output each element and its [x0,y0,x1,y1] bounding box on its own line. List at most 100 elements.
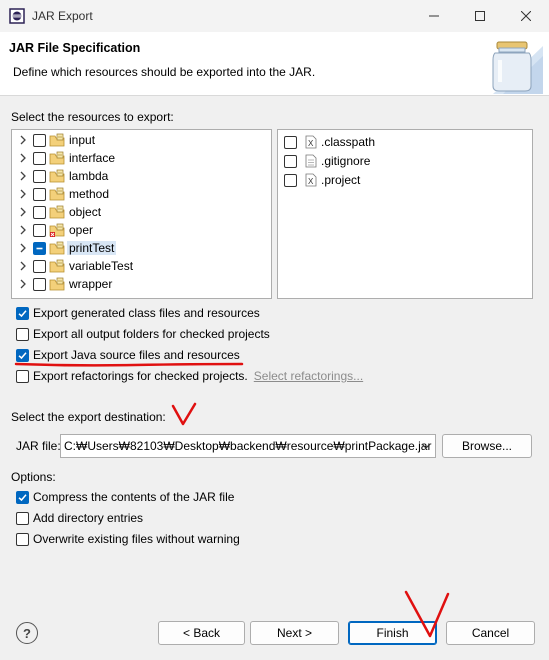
tree-item-checkbox[interactable] [33,133,46,147]
checkmark-icon [18,309,27,317]
export-option-checkbox[interactable] [16,348,29,362]
options-label: Options: [11,470,56,484]
export-option[interactable]: Export all output folders for checked pr… [16,326,270,342]
tree-item-checkbox[interactable] [33,151,46,165]
tree-item-checkbox[interactable] [33,259,46,273]
tree-item-checkbox[interactable] [33,223,46,237]
checkmark-icon [18,493,27,501]
page-title: JAR File Specification [9,41,141,55]
package-folder-icon [49,205,65,219]
chevron-right-icon[interactable] [17,278,29,290]
export-option-checkbox[interactable] [16,306,29,320]
tree-item-checkbox[interactable] [33,241,46,255]
chevron-right-icon[interactable] [17,206,29,218]
jar-wizard-icon [492,41,543,94]
resources-label: Select the resources to export: [11,110,174,124]
tree-item-label: variableTest [69,259,134,273]
tree-item[interactable]: oper [12,221,93,239]
package-folder-icon [49,277,65,291]
tree-item[interactable]: printTest [12,239,117,257]
package-folder-icon [49,133,65,147]
chevron-right-icon[interactable] [17,242,29,254]
export-option[interactable]: Export Java source files and resources [16,347,240,363]
text-file-icon [305,154,317,168]
export-option-checkbox[interactable] [16,369,29,383]
resource-file-list[interactable]: X .classpath .gitignore X .project [277,129,533,299]
tree-item[interactable]: method [12,185,109,203]
export-option-label: Export all output folders for checked pr… [33,327,270,341]
package-folder-icon [49,151,65,165]
chevron-right-icon[interactable] [17,152,29,164]
tree-item[interactable]: input [12,131,95,149]
export-option[interactable]: Export refactorings for checked projects… [16,368,363,384]
jar-option[interactable]: Add directory entries [16,510,143,526]
tree-item-checkbox[interactable] [33,277,46,291]
tree-item-checkbox[interactable] [33,187,46,201]
chevron-right-icon[interactable] [17,224,29,236]
export-option-label: Export Java source files and resources [33,348,240,362]
tree-item-label: wrapper [69,277,113,291]
checkmark-icon [18,351,27,359]
jar-option-checkbox[interactable] [16,490,29,504]
jar-option[interactable]: Compress the contents of the JAR file [16,489,234,505]
jar-file-label: JAR file: [16,439,61,453]
file-item[interactable]: .gitignore [284,152,370,170]
export-option-checkbox[interactable] [16,327,29,341]
tree-item-checkbox[interactable] [33,205,46,219]
close-button[interactable] [503,0,549,32]
tree-item[interactable]: wrapper [12,275,112,293]
browse-button[interactable]: Browse... [442,434,532,458]
tree-item-label: object [69,205,102,219]
package-folder-icon [49,169,65,183]
svg-text:X: X [308,177,314,186]
chevron-right-icon[interactable] [17,134,29,146]
jar-option[interactable]: Overwrite existing files without warning [16,531,240,547]
title-bar: JAR Export [0,0,549,32]
help-button[interactable]: ? [16,622,38,644]
jar-file-combo[interactable]: C:₩Users₩82103₩Desktop₩backend₩resource₩… [60,434,436,458]
export-option-label: Export generated class files and resourc… [33,306,260,320]
minimize-icon [429,15,439,17]
export-option-label: Export refactorings for checked projects… [33,369,248,383]
tree-item-label: method [69,187,110,201]
finish-button[interactable]: Finish [348,621,437,645]
tree-item[interactable]: variableTest [12,257,133,275]
file-item[interactable]: X .project [284,171,360,189]
tree-item[interactable]: interface [12,149,115,167]
tree-item[interactable]: lambda [12,167,108,185]
maximize-button[interactable] [457,0,503,32]
chevron-right-icon[interactable] [17,260,29,272]
jar-option-checkbox[interactable] [16,532,29,546]
next-button[interactable]: Next > [250,621,339,645]
chevron-right-icon[interactable] [17,170,29,182]
tree-item-checkbox[interactable] [33,169,46,183]
file-item[interactable]: X .classpath [284,133,375,151]
package-folder-icon [49,223,65,237]
partial-check-icon [36,247,43,249]
jar-option-label: Add directory entries [33,511,144,525]
file-item-checkbox[interactable] [284,135,297,149]
jar-option-label: Compress the contents of the JAR file [33,490,235,504]
back-button[interactable]: < Back [158,621,245,645]
project-tree[interactable]: input interface lambda method object oper prin… [11,129,272,299]
package-folder-icon [49,259,65,273]
file-item-checkbox[interactable] [284,154,297,168]
minimize-button[interactable] [411,0,457,32]
package-folder-icon [49,187,65,201]
select-refactorings-link[interactable]: Select refactorings... [254,369,363,383]
chevron-right-icon[interactable] [17,188,29,200]
tree-item-label: interface [69,151,116,165]
wizard-header: JAR File Specification Define which reso… [0,32,549,96]
tree-scrollbar[interactable] [270,134,271,294]
jar-option-checkbox[interactable] [16,511,29,525]
file-item-label: .gitignore [321,154,371,168]
export-option[interactable]: Export generated class files and resourc… [16,305,260,321]
file-item-checkbox[interactable] [284,173,297,187]
destination-label: Select the export destination: [11,410,166,424]
jar-file-path: C:₩Users₩82103₩Desktop₩backend₩resource₩… [64,439,432,453]
svg-text:X: X [308,139,314,148]
cancel-button[interactable]: Cancel [446,621,535,645]
file-item-label: .classpath [321,135,376,149]
xml-file-icon: X [305,173,317,187]
tree-item[interactable]: object [12,203,101,221]
